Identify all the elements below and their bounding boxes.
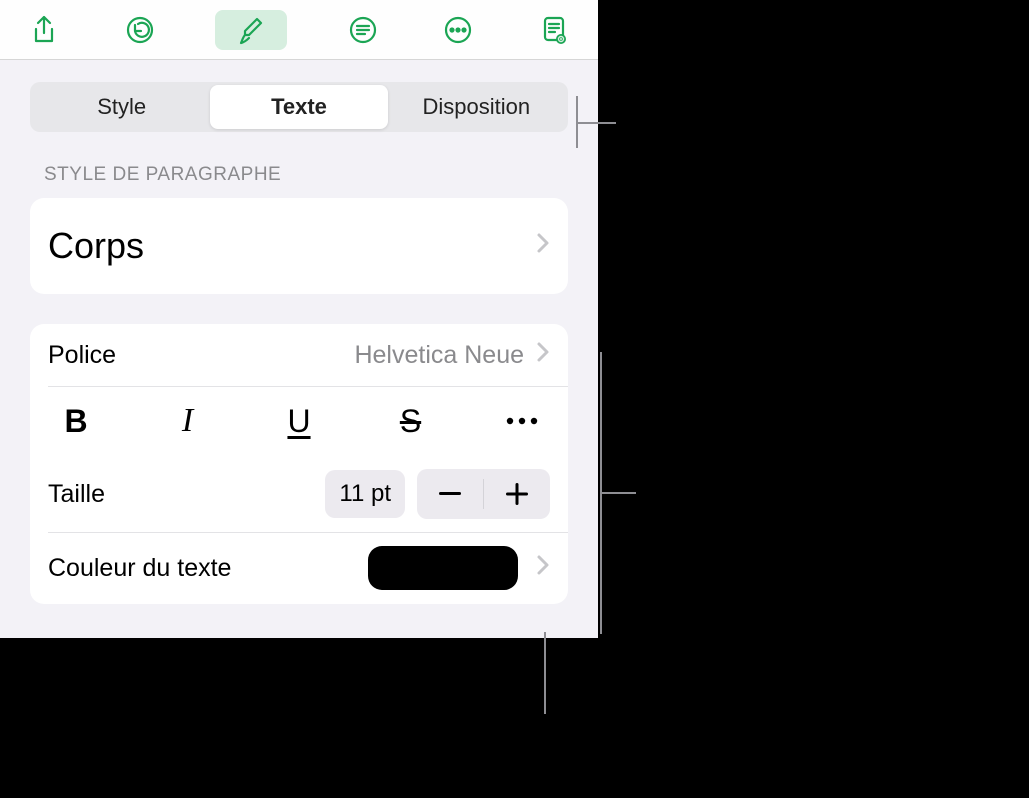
tab-text[interactable]: Texte [210,85,387,129]
callout-line [576,122,616,124]
share-icon[interactable] [24,10,64,50]
size-value[interactable]: 11 pt [325,470,405,518]
size-decrease-button[interactable] [417,469,483,519]
top-toolbar [0,0,598,60]
size-row: Taille 11 pt [30,456,568,532]
font-card: Police Helvetica Neue B I U S [30,324,568,604]
size-stepper [417,469,550,519]
paragraph-style-section-label: STYLE DE PARAGRAPHE [30,164,568,186]
font-label: Police [48,341,116,370]
strikethrough-button[interactable]: S [387,397,435,445]
tab-style[interactable]: Style [33,85,210,129]
bold-button[interactable]: B [52,397,100,445]
tab-layout[interactable]: Disposition [388,85,565,129]
style-buttons-row: B I U S [30,386,568,456]
text-color-row[interactable]: Couleur du texte [30,532,568,604]
format-brush-icon[interactable] [215,10,287,50]
document-view-icon[interactable] [534,10,574,50]
paragraph-style-value: Corps [48,225,144,267]
callout-line [544,632,546,714]
size-increase-button[interactable] [484,469,550,519]
chevron-right-icon [536,554,550,582]
color-swatch[interactable] [368,546,518,590]
paragraph-style-row[interactable]: Corps [30,198,568,294]
more-icon[interactable] [438,10,478,50]
callout-line [600,492,636,494]
more-styles-button[interactable] [498,397,546,445]
italic-button[interactable]: I [164,397,212,445]
format-panel: Style Texte Disposition STYLE DE PARAGRA… [0,60,598,626]
font-value: Helvetica Neue [354,341,524,370]
size-label: Taille [48,480,105,509]
insert-icon[interactable] [343,10,383,50]
paragraph-style-card: Corps [30,198,568,294]
text-color-label: Couleur du texte [48,554,231,583]
chevron-right-icon [536,341,550,369]
segment-control: Style Texte Disposition [30,82,568,132]
undo-icon[interactable] [120,10,160,50]
font-row[interactable]: Police Helvetica Neue [30,324,568,386]
chevron-right-icon [536,232,550,260]
underline-button[interactable]: U [275,397,323,445]
